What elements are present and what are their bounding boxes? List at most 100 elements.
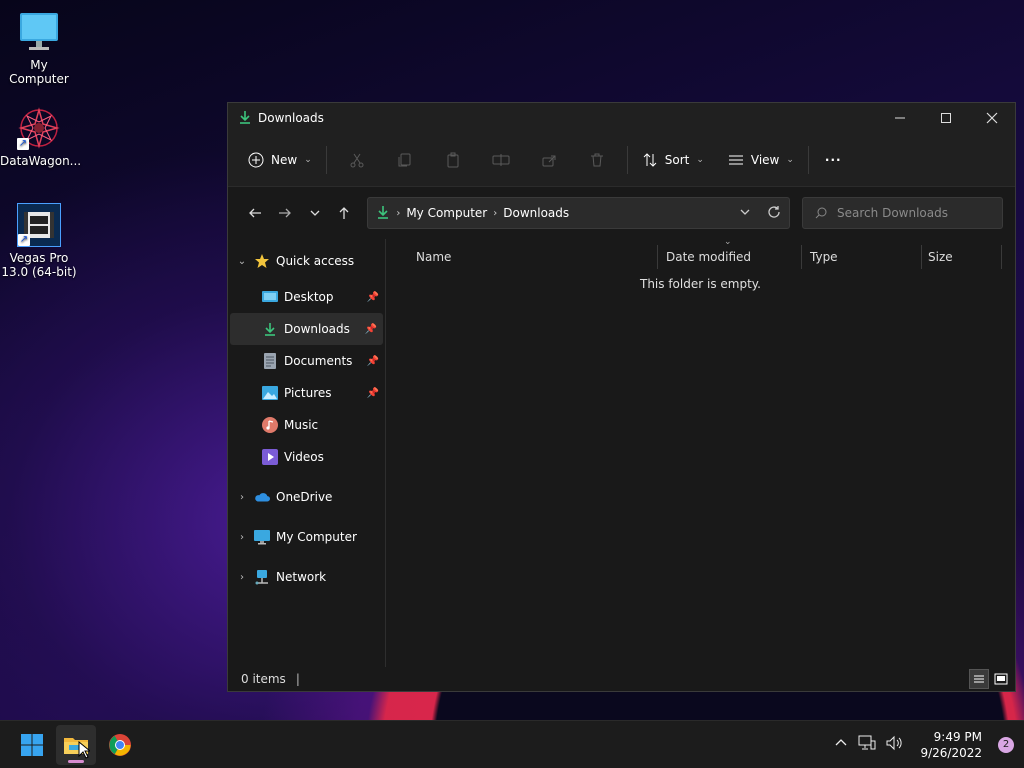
sidebar-item-label: Music — [284, 418, 319, 432]
sidebar-item-network[interactable]: › Network — [228, 557, 385, 597]
show-hidden-icons-button[interactable] — [834, 736, 848, 753]
chevron-down-icon: ⌄ — [696, 154, 704, 165]
pin-icon[interactable]: 📌 — [367, 356, 379, 367]
start-button[interactable] — [12, 725, 52, 765]
sidebar-item-pictures[interactable]: Pictures 📌 — [228, 377, 385, 409]
navigation-pane: ⌄ Quick access Desktop 📌 Downloads 📌 Doc… — [228, 239, 386, 669]
paste-button[interactable] — [429, 152, 477, 168]
new-button[interactable]: New ⌄ — [240, 146, 320, 174]
list-view-icon — [728, 155, 743, 164]
breadcrumb-downloads[interactable]: Downloads — [503, 206, 569, 220]
sidebar-item-label: OneDrive — [276, 490, 333, 504]
forward-button[interactable] — [270, 206, 300, 220]
close-button[interactable] — [969, 103, 1015, 133]
details-view-icon — [974, 675, 984, 683]
back-button[interactable] — [240, 206, 270, 220]
view-button[interactable]: View ⌄ — [720, 146, 802, 174]
chevron-down-icon[interactable]: ⌄ — [230, 256, 254, 267]
title-bar[interactable]: Downloads — [228, 103, 1015, 133]
sidebar-item-onedrive[interactable]: › OneDrive — [228, 477, 385, 517]
arrow-right-icon — [278, 208, 291, 218]
desktop-icon-datawagon[interactable]: ↗ DataWagon... — [0, 106, 81, 168]
desktop-icon-vegas-pro[interactable]: ↗ Vegas Pro 13.0 (64-bit) — [0, 203, 78, 279]
column-size-label: Size — [928, 250, 953, 264]
clock[interactable]: 9:49 PM 9/26/2022 — [920, 729, 982, 761]
sidebar-item-documents[interactable]: Documents 📌 — [228, 345, 385, 377]
pin-icon[interactable]: 📌 — [365, 324, 377, 335]
tiles-view-icon — [994, 673, 1008, 685]
clock-date: 9/26/2022 — [920, 745, 982, 760]
share-button[interactable] — [525, 152, 573, 168]
details-view-button[interactable] — [969, 669, 989, 689]
document-icon — [262, 353, 278, 369]
sidebar-item-quick-access[interactable]: ⌄ Quick access — [228, 241, 385, 281]
sort-button[interactable]: Sort ⌄ — [634, 146, 712, 174]
minimize-button[interactable] — [877, 103, 923, 133]
picture-icon — [262, 385, 278, 401]
chevron-down-icon: ⌄ — [786, 154, 794, 165]
sidebar-item-desktop[interactable]: Desktop 📌 — [228, 281, 385, 313]
sidebar-item-label: My Computer — [276, 530, 357, 544]
search-input[interactable] — [837, 206, 998, 220]
search-icon — [815, 207, 827, 219]
rename-button[interactable] — [477, 152, 525, 168]
up-button[interactable] — [329, 206, 359, 220]
trash-icon — [590, 153, 603, 166]
desktop-icon-label: My Computer — [9, 58, 69, 86]
sidebar-item-label: Quick access — [276, 254, 355, 268]
pin-icon[interactable]: 📌 — [367, 388, 379, 399]
network-status-button[interactable] — [858, 735, 876, 754]
sidebar-item-videos[interactable]: Videos — [228, 441, 385, 473]
refresh-button[interactable] — [767, 205, 781, 222]
view-label: View — [750, 152, 780, 167]
copy-button[interactable] — [381, 152, 429, 168]
breadcrumb-my-computer[interactable]: My Computer — [406, 206, 487, 220]
sidebar-item-label: Videos — [284, 450, 324, 464]
taskbar-file-explorer[interactable] — [56, 724, 96, 765]
taskbar-chrome[interactable] — [100, 725, 140, 765]
more-options-button[interactable]: ··· — [815, 147, 852, 173]
sort-icon — [643, 152, 657, 167]
pin-icon[interactable]: 📌 — [367, 292, 379, 303]
toolbar-divider — [325, 145, 327, 174]
sidebar-item-my-computer[interactable]: › My Computer — [228, 517, 385, 557]
download-icon — [262, 321, 278, 337]
cloud-icon — [254, 489, 270, 505]
column-size[interactable]: Size — [922, 245, 1002, 269]
toolbar-divider — [807, 145, 809, 174]
cut-button[interactable] — [333, 152, 381, 168]
sidebar-item-music[interactable]: Music — [228, 409, 385, 441]
chevron-up-icon — [836, 739, 847, 746]
search-box[interactable] — [802, 197, 1003, 229]
column-type[interactable]: Type — [802, 245, 922, 269]
window-title: Downloads — [258, 111, 324, 125]
tiles-view-button[interactable] — [991, 669, 1011, 689]
ethernet-icon — [858, 735, 876, 750]
command-bar: New ⌄ Sort ⌄ View ⌄ ··· — [228, 133, 1015, 187]
sidebar-item-downloads[interactable]: Downloads 📌 — [230, 313, 383, 345]
empty-folder-message: This folder is empty. — [640, 277, 761, 291]
address-dropdown-button[interactable] — [739, 206, 751, 221]
chevron-right-icon[interactable]: › — [230, 492, 254, 503]
address-bar[interactable]: › My Computer › Downloads — [367, 197, 791, 229]
chrome-icon — [109, 733, 131, 756]
music-icon — [262, 417, 278, 433]
chevron-right-icon[interactable]: › — [230, 572, 254, 583]
notification-badge[interactable]: 2 — [998, 736, 1014, 753]
refresh-icon — [768, 205, 780, 218]
recent-locations-button[interactable] — [300, 207, 330, 219]
volume-button[interactable] — [886, 735, 904, 754]
monitor-icon — [17, 10, 61, 54]
scissors-icon — [350, 153, 364, 167]
arrow-up-icon — [339, 207, 349, 219]
sidebar-item-label: Downloads — [284, 322, 350, 336]
delete-button[interactable] — [573, 152, 621, 168]
desktop-icon-my-computer[interactable]: My Computer — [0, 10, 78, 86]
file-list[interactable]: Name ⌄ Date modified Type Size This fold… — [386, 237, 1015, 669]
rename-icon — [492, 153, 510, 166]
column-type-label: Type — [810, 250, 838, 264]
maximize-button[interactable] — [923, 103, 969, 133]
chevron-right-icon[interactable]: › — [230, 532, 254, 543]
column-date-modified[interactable]: ⌄ Date modified — [658, 237, 802, 269]
column-name[interactable]: Name — [386, 245, 658, 269]
